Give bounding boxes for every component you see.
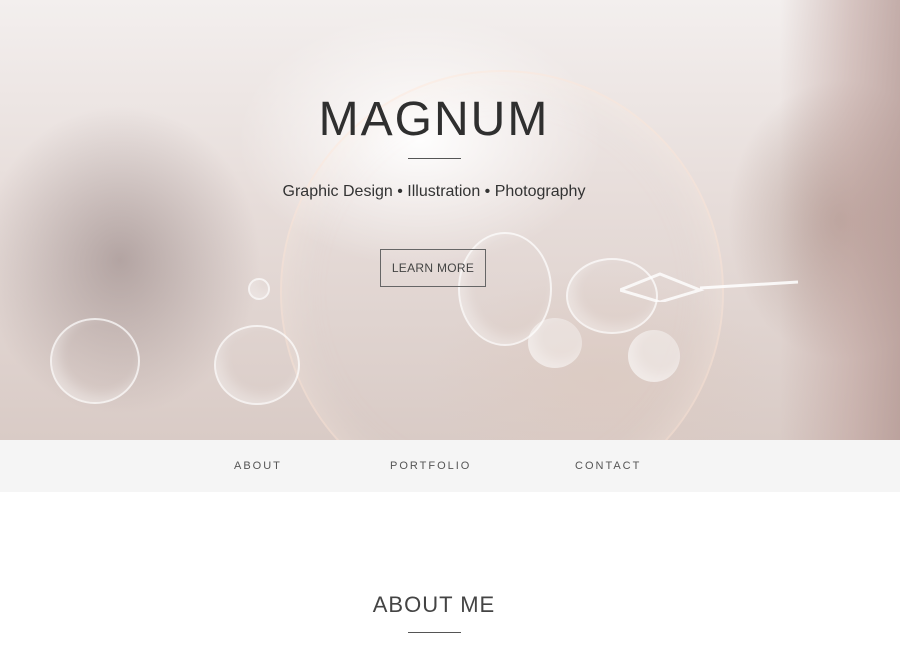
bubble-image: [50, 318, 140, 404]
bubble-wand-image: [620, 272, 799, 302]
about-divider: [408, 632, 461, 633]
bubble-image: [214, 325, 300, 405]
about-heading: ABOUT ME: [372, 592, 496, 617]
site-title: MAGNUM: [318, 93, 550, 146]
hero-section: MAGNUM Graphic Design • Illustration • P…: [0, 0, 900, 440]
title-divider: [408, 158, 461, 159]
nav-item-contact[interactable]: CONTACT: [575, 460, 641, 472]
bokeh-light: [528, 318, 582, 368]
bubble-image: [248, 278, 270, 300]
hero-hand-image: [780, 0, 900, 440]
site-tagline: Graphic Design • Illustration • Photogra…: [282, 183, 586, 200]
nav-item-about[interactable]: ABOUT: [234, 460, 282, 472]
learn-more-button[interactable]: LEARN MORE: [380, 249, 486, 287]
bokeh-light: [628, 330, 680, 382]
nav-item-portfolio[interactable]: PORTFOLIO: [390, 460, 471, 472]
main-nav: ABOUT PORTFOLIO CONTACT: [0, 440, 900, 492]
